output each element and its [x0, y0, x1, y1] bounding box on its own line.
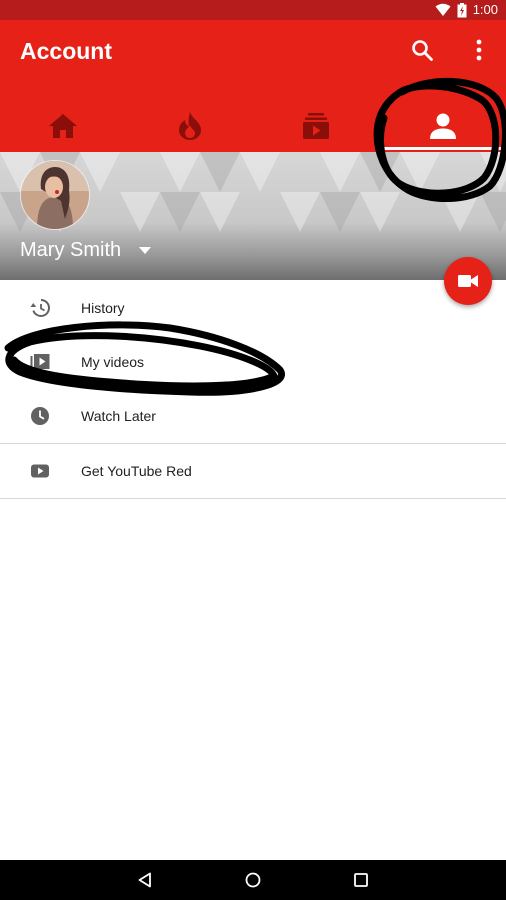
menu-item-label: My videos	[81, 354, 145, 370]
more-vert-icon	[476, 39, 482, 61]
clock-icon	[31, 407, 49, 425]
back-icon	[138, 872, 151, 888]
flame-icon	[178, 112, 201, 140]
profile-name[interactable]: Mary Smith	[20, 236, 152, 264]
nav-back-button[interactable]	[135, 870, 155, 890]
tab-home[interactable]	[0, 100, 127, 152]
menu-item-label: History	[81, 300, 125, 316]
menu-item-label: Watch Later	[81, 408, 156, 424]
tab-account[interactable]	[379, 100, 506, 152]
home-icon	[49, 114, 78, 138]
tab-bar	[0, 100, 506, 152]
more-options-button[interactable]	[463, 34, 495, 66]
account-icon	[429, 113, 456, 139]
my-videos-icon	[30, 354, 50, 370]
youtube-play-icon	[31, 464, 49, 478]
home-circle-icon	[245, 872, 261, 888]
upload-video-button[interactable]	[444, 257, 492, 305]
nav-home-button[interactable]	[243, 870, 263, 890]
account-menu: History My videos Watch Later Get YouTub…	[0, 281, 506, 499]
status-time: 1:00	[472, 2, 498, 17]
nav-recents-button[interactable]	[351, 870, 371, 890]
recents-icon	[354, 873, 368, 887]
battery-icon	[457, 2, 467, 17]
divider	[0, 498, 506, 499]
menu-item-my-videos[interactable]: My videos	[0, 335, 506, 389]
system-nav-bar	[0, 860, 506, 900]
profile-banner: Mary Smith	[0, 152, 506, 280]
status-icons: 1:00	[435, 2, 498, 18]
page-title: Account	[20, 38, 112, 64]
status-bar: 1:00	[0, 0, 506, 20]
history-icon	[30, 299, 50, 317]
menu-item-history[interactable]: History	[0, 281, 506, 335]
app-bar: Account	[0, 20, 506, 152]
menu-item-label: Get YouTube Red	[81, 463, 192, 479]
avatar[interactable]	[20, 160, 90, 230]
tab-trending[interactable]	[127, 100, 254, 152]
profile-name-label: Mary Smith	[20, 239, 122, 261]
wifi-icon	[435, 3, 451, 16]
caret-down-icon	[139, 246, 152, 254]
search-button[interactable]	[406, 34, 438, 66]
search-icon	[412, 40, 433, 61]
tab-subscriptions[interactable]	[253, 100, 380, 152]
videocam-icon	[458, 275, 478, 287]
menu-item-watch-later[interactable]: Watch Later	[0, 389, 506, 443]
subscriptions-icon	[303, 113, 330, 139]
avatar-photo	[21, 161, 89, 229]
menu-item-youtube-red[interactable]: Get YouTube Red	[0, 444, 506, 498]
